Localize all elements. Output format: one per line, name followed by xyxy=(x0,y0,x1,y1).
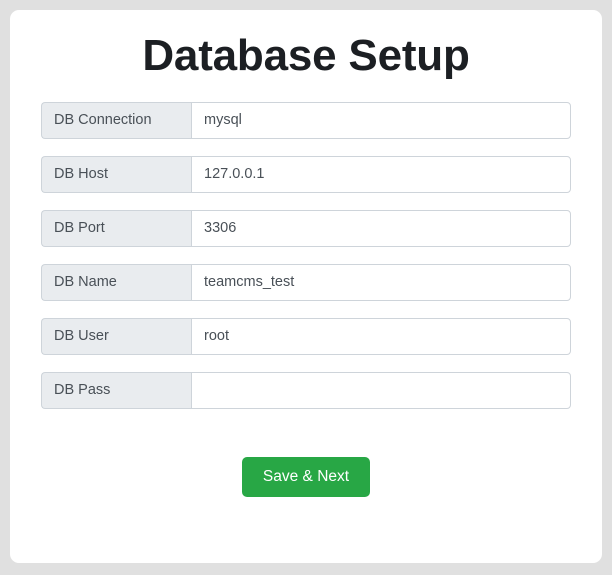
input-db-host[interactable] xyxy=(191,155,571,193)
label-db-port: DB Port xyxy=(41,209,191,247)
label-db-name: DB Name xyxy=(41,263,191,301)
input-db-name[interactable] xyxy=(191,263,571,301)
page-title: Database Setup xyxy=(142,31,470,80)
field-row-db-connection: DB Connection xyxy=(41,101,571,139)
save-and-next-button[interactable]: Save & Next xyxy=(241,456,371,497)
label-db-user: DB User xyxy=(41,317,191,355)
page-background: Database Setup DB Connection DB Host DB … xyxy=(0,0,612,575)
input-db-port[interactable] xyxy=(191,209,571,247)
database-setup-form: DB Connection DB Host DB Port DB Name DB… xyxy=(10,101,602,497)
submit-row: Save & Next xyxy=(41,456,571,497)
field-row-db-host: DB Host xyxy=(41,155,571,193)
input-db-connection[interactable] xyxy=(191,101,571,139)
input-db-user[interactable] xyxy=(191,317,571,355)
field-row-db-user: DB User xyxy=(41,317,571,355)
setup-card: Database Setup DB Connection DB Host DB … xyxy=(10,10,602,563)
field-row-db-port: DB Port xyxy=(41,209,571,247)
field-row-db-name: DB Name xyxy=(41,263,571,301)
label-db-host: DB Host xyxy=(41,155,191,193)
label-db-pass: DB Pass xyxy=(41,371,191,409)
label-db-connection: DB Connection xyxy=(41,101,191,139)
input-db-pass[interactable] xyxy=(191,371,571,409)
field-row-db-pass: DB Pass xyxy=(41,371,571,409)
